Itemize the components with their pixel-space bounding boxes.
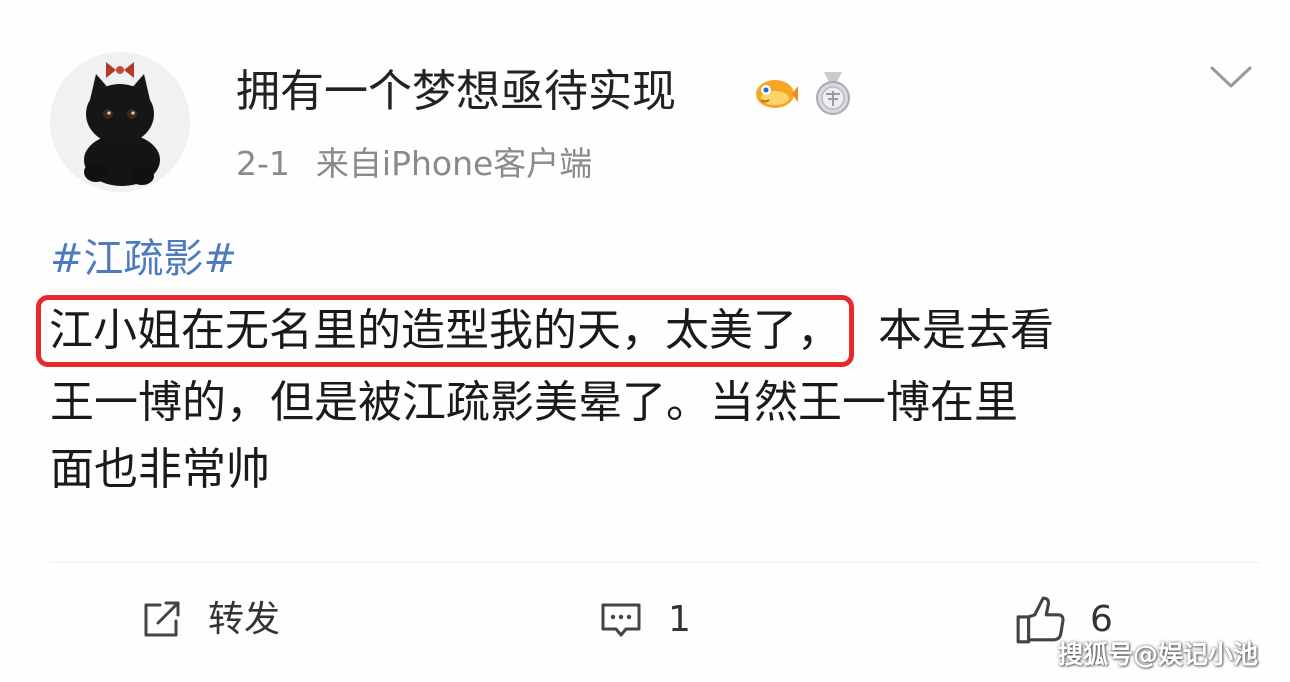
weibo-post-card: 拥有一个梦想亟待实现 2-1 来自iPhone客户端 #江疏影# 江小姐在无名里的… [0, 0, 1290, 682]
author-name[interactable]: 拥有一个梦想亟待实现 [236, 62, 676, 122]
post-line-2: 王一博的，但是被江疏影美晕了。当然王一博在里 [50, 377, 1018, 428]
post-date: 2-1 [236, 144, 290, 183]
avatar[interactable] [50, 52, 190, 192]
medal-icon [816, 72, 850, 115]
watermark: 搜狐号@娱记小池 [1058, 640, 1259, 669]
black-cat-avatar-icon [50, 52, 190, 192]
post-meta: 2-1 来自iPhone客户端 [236, 140, 592, 188]
post-line-1-rest: 本是去看 [878, 305, 1054, 356]
post-source: 来自iPhone客户端 [315, 144, 593, 183]
comment-button[interactable]: 1 [598, 592, 691, 648]
repost-button[interactable]: 转发 [138, 592, 280, 648]
thumbs-up-icon [1016, 596, 1065, 644]
chevron-down-icon[interactable] [1208, 62, 1254, 92]
comment-count: 1 [668, 599, 691, 640]
share-icon [144, 601, 180, 637]
divider [50, 562, 1260, 563]
fish-emoji-icon [756, 80, 798, 108]
post-line-1: 江小姐在无名里的造型我的天，太美了， 本是去看 [36, 295, 1250, 367]
highlighted-text: 江小姐在无名里的造型我的天，太美了， [36, 295, 854, 367]
comment-icon [601, 603, 641, 637]
hashtag-link[interactable]: #江疏影# [50, 228, 237, 290]
repost-label: 转发 [208, 599, 281, 640]
post-content: #江疏影# 江小姐在无名里的造型我的天，太美了， 本是去看 王一博的，但是被江疏影… [36, 228, 1250, 501]
post-line-3: 面也非常帅 [50, 444, 270, 495]
